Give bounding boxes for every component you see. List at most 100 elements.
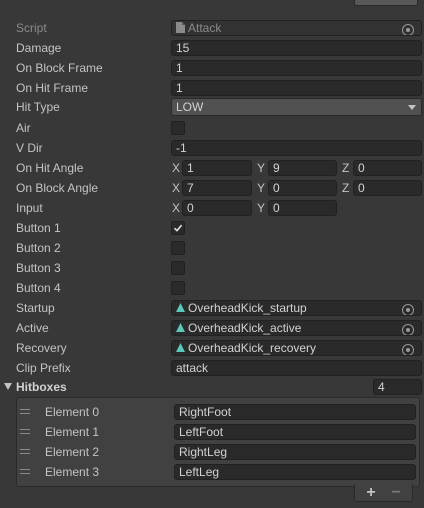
input-x-label: X <box>172 201 181 215</box>
on-hit-frame-field[interactable]: 1 <box>171 80 422 96</box>
hit-type-dropdown[interactable]: LOW <box>171 98 422 116</box>
active-label: Active <box>16 321 49 335</box>
script-field: Attack <box>171 20 422 36</box>
element-field[interactable]: LeftFoot <box>174 424 416 440</box>
startup-value: OverheadKick_startup <box>188 301 307 315</box>
active-value: OverheadKick_active <box>188 321 302 335</box>
on-hit-angle-z-label: Z <box>342 161 350 175</box>
on-hit-angle-y-label: Y <box>257 161 266 175</box>
animation-clip-icon <box>176 322 185 335</box>
on-block-angle-x-field[interactable]: 7 <box>182 180 252 196</box>
remove-element-button[interactable]: − <box>386 485 406 501</box>
hit-type-value: LOW <box>176 100 204 114</box>
button2-checkbox[interactable] <box>171 241 185 255</box>
hitboxes-header[interactable]: Hitboxes 4 <box>0 377 424 397</box>
element-field[interactable]: RightLeg <box>174 444 416 460</box>
script-row: Script Attack <box>0 18 424 38</box>
on-block-angle-x-label: X <box>172 181 181 195</box>
object-picker-icon[interactable] <box>402 304 414 315</box>
button2-row: Button 2 <box>0 238 424 258</box>
v-dir-field[interactable]: -1 <box>171 140 422 156</box>
element-field[interactable]: LeftLeg <box>174 464 416 480</box>
element-label: Element 2 <box>45 445 100 459</box>
input-x-field[interactable]: 0 <box>182 200 252 216</box>
button4-checkbox[interactable] <box>171 281 185 295</box>
recovery-field[interactable]: OverheadKick_recovery <box>171 340 422 356</box>
on-block-angle-z-label: Z <box>342 181 350 195</box>
clip-prefix-field[interactable]: attack <box>171 360 422 376</box>
animation-clip-icon <box>176 302 185 315</box>
air-label: Air <box>16 121 31 135</box>
button1-label: Button 1 <box>16 221 61 235</box>
damage-row: Damage 15 <box>0 38 424 58</box>
chevron-down-icon <box>408 105 416 110</box>
drag-handle-icon[interactable] <box>20 409 30 417</box>
checkmark-icon <box>173 224 183 232</box>
object-picker-icon[interactable] <box>402 324 414 335</box>
list-item: Element 2 RightLeg <box>0 442 424 462</box>
on-hit-angle-x-label: X <box>172 161 181 175</box>
clip-prefix-label: Clip Prefix <box>16 361 71 375</box>
list-item: Element 1 LeftFoot <box>0 422 424 442</box>
on-hit-angle-row: On Hit Angle X 1 Y 9 Z 0 <box>0 158 424 178</box>
recovery-label: Recovery <box>16 341 67 355</box>
drag-handle-icon[interactable] <box>20 469 30 477</box>
active-row: Active OverheadKick_active <box>0 318 424 338</box>
add-element-button[interactable]: + <box>361 485 381 501</box>
hit-type-label: Hit Type <box>16 100 60 114</box>
on-hit-angle-x-field[interactable]: 1 <box>182 160 252 176</box>
object-picker-icon[interactable] <box>402 24 414 35</box>
input-row: Input X 0 Y 0 <box>0 198 424 218</box>
button3-checkbox[interactable] <box>171 261 185 275</box>
input-y-label: Y <box>257 201 266 215</box>
drag-handle-icon[interactable] <box>20 429 30 437</box>
on-block-frame-field[interactable]: 1 <box>171 60 422 76</box>
damage-field[interactable]: 15 <box>171 40 422 56</box>
list-footer: + − <box>354 484 413 502</box>
on-hit-angle-z-field[interactable]: 0 <box>353 160 422 176</box>
button3-row: Button 3 <box>0 258 424 278</box>
foldout-triangle-icon[interactable] <box>4 383 12 390</box>
active-field[interactable]: OverheadKick_active <box>171 320 422 336</box>
v-dir-label: V Dir <box>16 141 43 155</box>
startup-field[interactable]: OverheadKick_startup <box>171 300 422 316</box>
recovery-row: Recovery OverheadKick_recovery <box>0 338 424 358</box>
list-item: Element 0 RightFoot <box>0 402 424 422</box>
animation-clip-icon <box>176 342 185 355</box>
button2-label: Button 2 <box>16 241 61 255</box>
script-value: Attack <box>188 21 222 35</box>
hit-type-row: Hit Type LOW <box>0 97 424 117</box>
clip-prefix-row: Clip Prefix attack <box>0 358 424 378</box>
on-hit-frame-row: On Hit Frame 1 <box>0 78 424 98</box>
object-picker-icon[interactable] <box>402 344 414 355</box>
element-label: Element 0 <box>45 405 100 419</box>
hitboxes-label: Hitboxes <box>16 380 67 394</box>
input-label: Input <box>16 201 43 215</box>
on-block-angle-y-field[interactable]: 0 <box>268 180 337 196</box>
on-block-angle-z-field[interactable]: 0 <box>353 180 422 196</box>
on-block-angle-y-label: Y <box>257 181 266 195</box>
on-block-frame-row: On Block Frame 1 <box>0 58 424 78</box>
input-y-field[interactable]: 0 <box>268 200 337 216</box>
csharp-script-icon <box>176 21 185 35</box>
on-hit-angle-y-field[interactable]: 9 <box>268 160 337 176</box>
element-label: Element 3 <box>45 465 100 479</box>
button4-row: Button 4 <box>0 278 424 298</box>
on-block-frame-label: On Block Frame <box>16 61 103 75</box>
script-label: Script <box>16 21 47 35</box>
recovery-value: OverheadKick_recovery <box>188 341 317 355</box>
hitboxes-size-field[interactable]: 4 <box>373 379 422 395</box>
on-block-angle-label: On Block Angle <box>16 181 99 195</box>
button1-checkbox[interactable] <box>171 221 185 235</box>
on-hit-frame-label: On Hit Frame <box>16 81 89 95</box>
element-field[interactable]: RightFoot <box>174 404 416 420</box>
startup-label: Startup <box>16 301 55 315</box>
button4-label: Button 4 <box>16 281 61 295</box>
header-button[interactable] <box>354 0 418 6</box>
button1-row: Button 1 <box>0 218 424 238</box>
drag-handle-icon[interactable] <box>20 449 30 457</box>
on-hit-angle-label: On Hit Angle <box>16 161 84 175</box>
on-block-angle-row: On Block Angle X 7 Y 0 Z 0 <box>0 178 424 198</box>
air-checkbox[interactable] <box>171 121 185 135</box>
startup-row: Startup OverheadKick_startup <box>0 298 424 318</box>
